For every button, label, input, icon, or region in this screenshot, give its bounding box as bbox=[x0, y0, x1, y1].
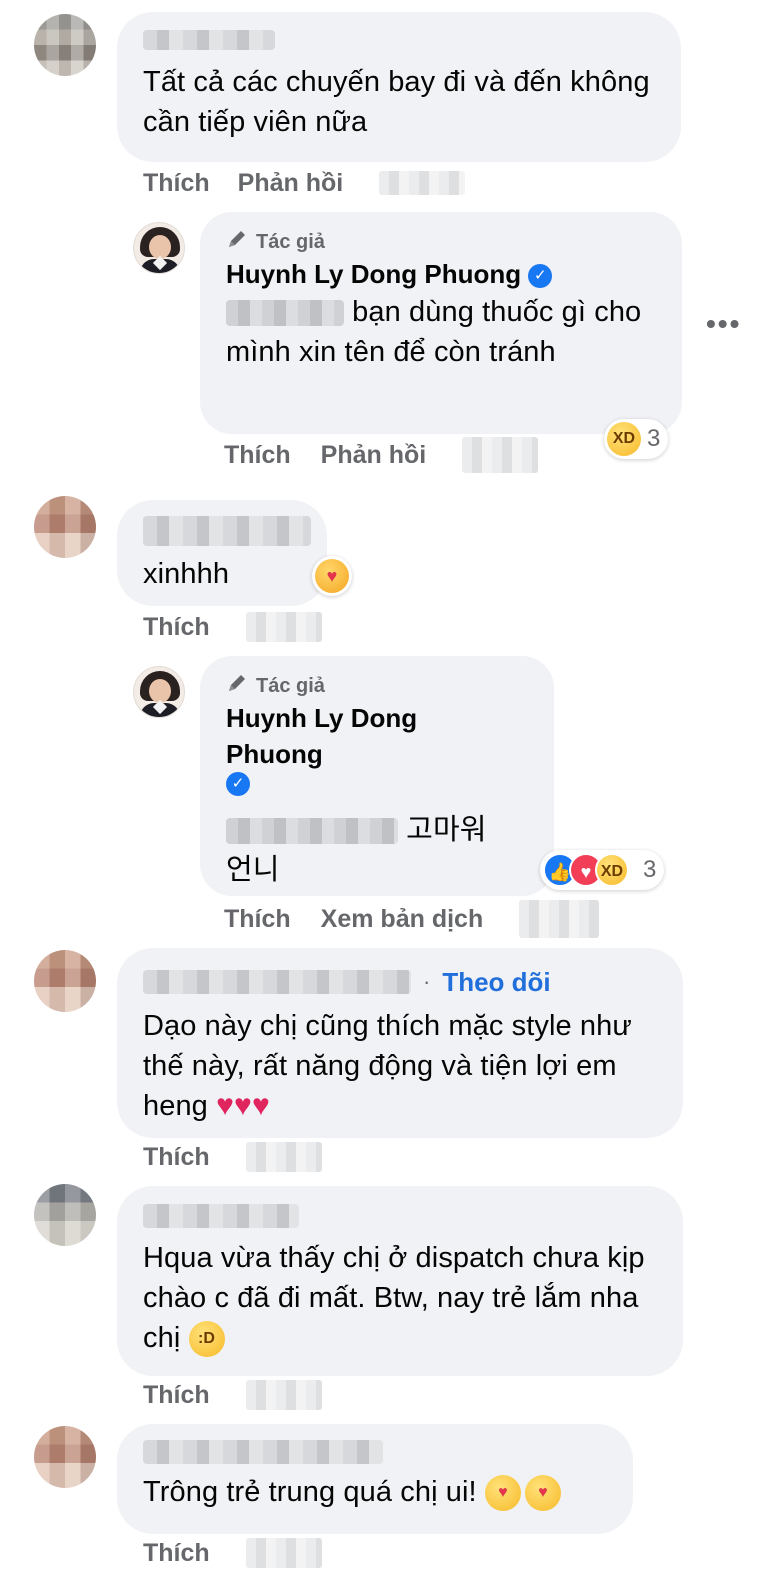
reply-button[interactable]: Phản hồi bbox=[238, 169, 344, 198]
author-reply-bubble: Tác giả Huynh Ly Dong Phuong ✓ bạn dùng … bbox=[200, 212, 682, 434]
comment-actions: Thích bbox=[143, 1378, 322, 1412]
avatar[interactable] bbox=[34, 496, 96, 558]
haha-reaction-icon: XD bbox=[595, 853, 629, 887]
like-button[interactable]: Thích bbox=[224, 905, 291, 934]
comment-actions: Thích bbox=[143, 1536, 322, 1570]
avatar[interactable] bbox=[34, 1426, 96, 1488]
author-name[interactable]: Huynh Ly Dong Phuong ✓ bbox=[226, 256, 656, 292]
comment-actions: Thích Phản hồi bbox=[143, 166, 466, 200]
see-translation-button[interactable]: Xem bản dịch bbox=[321, 905, 484, 934]
avatar[interactable] bbox=[34, 950, 96, 1012]
timestamp-blurred[interactable] bbox=[462, 437, 539, 473]
author-tag: Tác giả bbox=[226, 672, 528, 700]
comment-text-korean-2: 언니 bbox=[226, 854, 280, 886]
like-button[interactable]: Thích bbox=[143, 1539, 210, 1568]
timestamp-blurred[interactable] bbox=[245, 1142, 322, 1172]
like-button[interactable]: Thích bbox=[143, 613, 210, 642]
pen-icon bbox=[226, 228, 248, 256]
avatar[interactable] bbox=[34, 1184, 96, 1246]
author-avatar[interactable] bbox=[133, 222, 185, 274]
timestamp-blurred[interactable] bbox=[519, 900, 600, 938]
reaction-count: 3 bbox=[647, 425, 661, 452]
comment-text: Tất cả các chuyến bay đi và đến không cầ… bbox=[143, 66, 650, 138]
heart-emoji-icon: ♥ bbox=[216, 1089, 235, 1122]
comment-actions: Thích bbox=[143, 610, 322, 644]
avatar[interactable] bbox=[34, 14, 96, 76]
mention-blurred[interactable] bbox=[226, 818, 398, 845]
comment-bubble: Trông trẻ trung quá chị ui! ♥ ♥ bbox=[117, 1424, 633, 1534]
mention-blurred[interactable] bbox=[226, 300, 344, 327]
timestamp-blurred[interactable] bbox=[379, 171, 466, 195]
comment-text: Hqua vừa thấy chị ở dispatch chưa kịp ch… bbox=[143, 1238, 657, 1358]
reaction-icons: 👍 ♥ XD bbox=[543, 853, 629, 887]
heart-emoji-icon: ♥ bbox=[234, 1089, 252, 1122]
comment-text: bạn dùng thuốc gì cho mình xin tên để cò… bbox=[226, 292, 656, 372]
smile-emoji-icon: :D bbox=[188, 1321, 225, 1358]
comment-bubble: · Theo dõi Dạo này chị cũng thích mặc st… bbox=[117, 948, 683, 1138]
haha-reaction-icon: XD bbox=[607, 422, 641, 456]
commenter-header: · Theo dõi bbox=[143, 962, 657, 1002]
commenter-name-blurred[interactable] bbox=[143, 1440, 383, 1464]
care-reaction-icon: ♥ bbox=[315, 559, 349, 593]
reply-button[interactable]: Phản hồi bbox=[321, 441, 427, 470]
comment-text-body: Trông trẻ trung quá chị ui! bbox=[143, 1476, 477, 1508]
comment-actions: Thích Phản hồi bbox=[224, 437, 539, 473]
kiss-emoji-icon: ♥ bbox=[484, 1475, 521, 1512]
author-tag: Tác giả bbox=[226, 228, 656, 256]
comment-bubble: xinhhh bbox=[117, 500, 327, 606]
author-name-text[interactable]: Huynh Ly Dong Phuong bbox=[226, 259, 521, 289]
author-name-line-1[interactable]: Huynh Ly Dong bbox=[226, 700, 528, 736]
more-options-icon[interactable]: ••• bbox=[706, 308, 741, 340]
timestamp-blurred[interactable] bbox=[245, 1380, 322, 1410]
verified-badge-icon: ✓ bbox=[226, 772, 250, 796]
comment-bubble: Tất cả các chuyến bay đi và đến không cầ… bbox=[117, 12, 681, 162]
heart-emoji-icon: ♥ bbox=[251, 1089, 270, 1122]
commenter-name-blurred[interactable] bbox=[143, 516, 311, 546]
author-name-line-2[interactable]: Phuong bbox=[226, 736, 528, 772]
timestamp-blurred[interactable] bbox=[245, 1538, 322, 1568]
dot-separator: · bbox=[423, 969, 431, 994]
comment-text-korean-1: 고마워 bbox=[406, 814, 487, 846]
author-tag-label: Tác giả bbox=[256, 230, 325, 253]
comment-bubble: Hqua vừa thấy chị ở dispatch chưa kịp ch… bbox=[117, 1186, 683, 1376]
author-avatar[interactable] bbox=[133, 666, 185, 718]
like-button[interactable]: Thích bbox=[224, 441, 291, 470]
kiss-emoji-icon: ♥ bbox=[524, 1475, 561, 1512]
commenter-name-blurred[interactable] bbox=[143, 970, 411, 994]
timestamp-blurred[interactable] bbox=[245, 612, 322, 642]
author-tag-label: Tác giả bbox=[256, 674, 325, 697]
like-button[interactable]: Thích bbox=[143, 169, 210, 198]
commenter-name-blurred[interactable] bbox=[143, 30, 275, 50]
comment-text: xinhhh bbox=[143, 558, 230, 590]
comment-text: 고마워 bbox=[226, 810, 528, 850]
comment-actions: Thích bbox=[143, 1140, 322, 1174]
comment-actions: Thích Xem bản dịch bbox=[224, 900, 600, 938]
follow-button[interactable]: Theo dõi bbox=[442, 967, 550, 998]
author-reply-bubble: Tác giả Huynh Ly Dong Phuong ✓ 고마워 언니 bbox=[200, 656, 554, 896]
comment-text: Dạo này chị cũng thích mặc style như thế… bbox=[143, 1006, 657, 1126]
reaction-count: 3 bbox=[643, 856, 657, 883]
verified-badge-icon: ✓ bbox=[528, 264, 553, 289]
like-button[interactable]: Thích bbox=[143, 1381, 210, 1410]
reaction-summary[interactable]: 👍 ♥ XD 3 bbox=[540, 850, 665, 890]
reaction-summary[interactable]: XD 3 bbox=[604, 419, 669, 459]
pen-icon bbox=[226, 672, 248, 700]
reaction-summary[interactable]: ♥ bbox=[312, 556, 352, 596]
commenter-name-blurred[interactable] bbox=[143, 1204, 299, 1228]
like-button[interactable]: Thích bbox=[143, 1143, 210, 1172]
comment-text: Trông trẻ trung quá chị ui! ♥ ♥ bbox=[143, 1472, 607, 1512]
